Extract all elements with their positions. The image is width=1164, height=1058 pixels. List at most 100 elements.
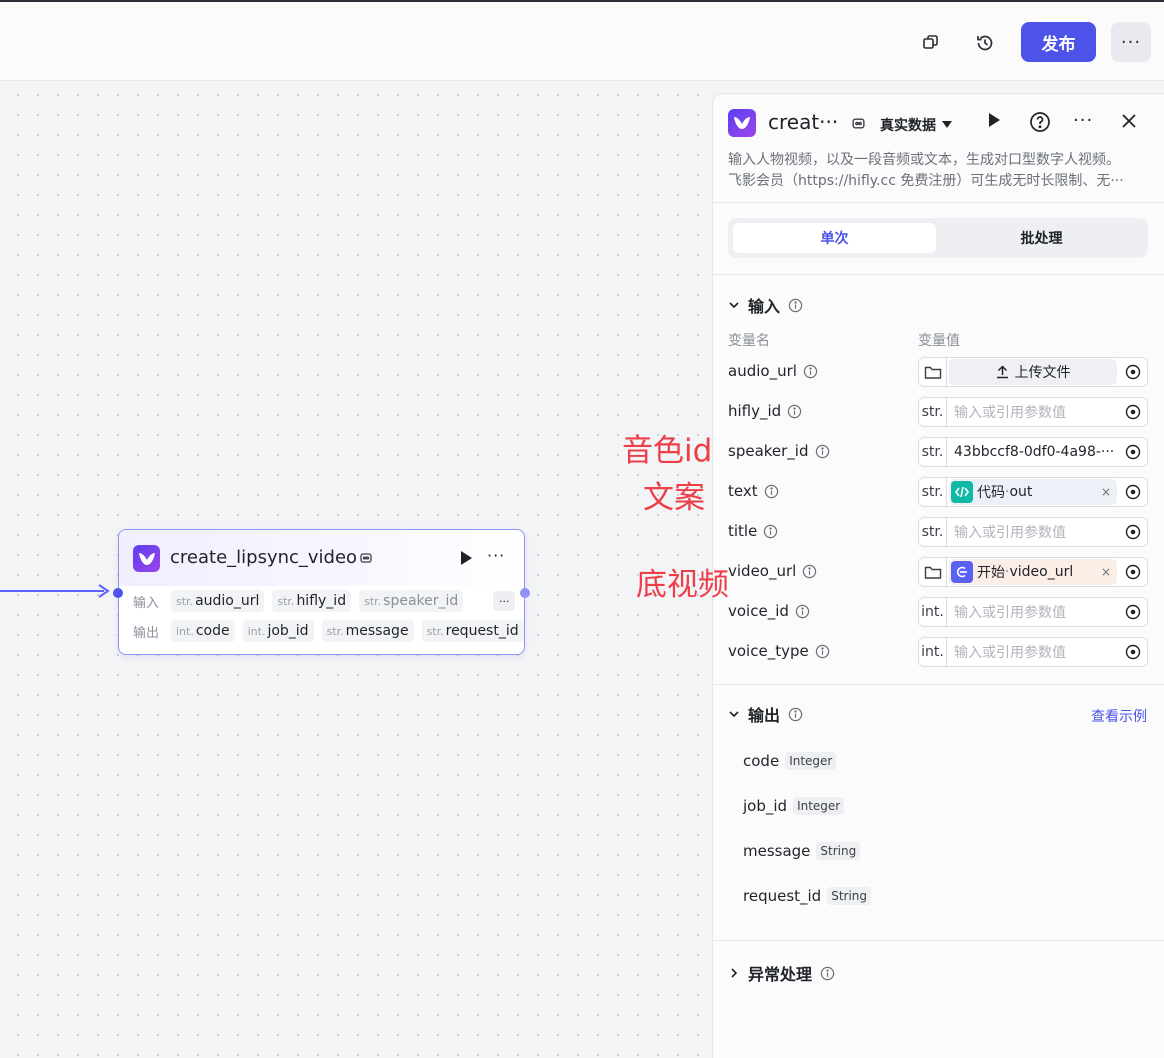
type-indicator: str. [919,398,947,426]
tab-single[interactable]: 单次 [733,223,936,253]
start-node-icon [951,561,973,583]
param-input[interactable]: 输入或引用参数值 [947,402,1119,422]
top-toolbar: 发布 ··· [0,0,1164,81]
output-port[interactable] [520,588,530,598]
param-input[interactable]: 输入或引用参数值 [947,642,1119,662]
param-name-voice-type: voice_type [728,642,830,660]
param-name-audio-url: audio_url [728,362,818,380]
param-value-audio-url[interactable]: 上传文件 [918,357,1148,387]
input-section-header[interactable]: 输入 [728,293,803,317]
param-input[interactable]: 43bbccf8-0df0-4a98-··· [947,444,1119,460]
param-value-hifly-id[interactable]: str. 输入或引用参数值 [918,397,1148,427]
param-value-voice-type[interactable]: int. 输入或引用参数值 [918,637,1148,667]
panel-more-button[interactable]: ··· [1073,110,1093,131]
chevron-down-icon [729,711,739,718]
run-node-icon[interactable] [459,550,473,566]
output-section-header[interactable]: 输出 [728,702,803,726]
param-name-title: title [728,522,778,540]
node-more-button[interactable]: ··· [487,546,505,565]
panel-plugin-logo-icon [728,109,756,137]
node-input-label: 输入 [133,595,160,611]
param-input[interactable]: 输入或引用参数值 [947,522,1119,542]
plugin-node[interactable]: create_lipsync_video ··· 输入 str. audio_ur… [113,529,530,655]
variable-picker-icon[interactable] [1119,478,1147,506]
folder-icon[interactable] [919,358,947,386]
info-icon[interactable] [764,484,779,499]
info-icon[interactable] [787,404,802,419]
plugin-logo-icon [133,545,160,572]
node-input-tag: str. speaker_id [359,590,464,612]
run-mode-tabs: 单次 批处理 [728,218,1148,258]
error-handling-section-header[interactable]: 异常处理 [728,961,835,985]
upload-icon [996,365,1008,379]
plugin-badge-icon [852,118,865,129]
connection-edge[interactable] [0,590,104,592]
upload-file-button[interactable]: 上传文件 [949,359,1117,385]
variable-picker-icon[interactable] [1119,398,1147,426]
view-example-link[interactable]: 查看示例 [1091,706,1147,726]
variable-picker-icon[interactable] [1119,358,1147,386]
reference-chip[interactable]: 开始 · video_url × [949,559,1117,585]
history-icon[interactable] [968,26,1002,60]
remove-reference-icon[interactable]: × [1101,565,1115,579]
param-value-voice-id[interactable]: int. 输入或引用参数值 [918,597,1148,627]
node-output-label: 输出 [133,625,160,641]
folder-icon[interactable] [919,558,947,586]
type-indicator: str. [919,478,947,506]
info-icon[interactable] [820,966,835,981]
type-badge: String [816,842,861,860]
input-port[interactable] [113,588,123,598]
node-output-tag: str. request_id [421,620,524,642]
column-header-name: 变量名 [728,333,770,349]
node-inputs-more-button[interactable]: ··· [493,591,516,611]
variable-picker-icon[interactable] [1119,598,1147,626]
code-node-icon [951,481,973,503]
output-item: code Integer [743,752,837,770]
node-title: create_lipsync_video [170,547,358,568]
info-icon[interactable] [802,564,817,579]
info-icon[interactable] [788,298,803,313]
test-run-icon[interactable] [987,112,1001,128]
info-icon[interactable] [803,364,818,379]
type-indicator: int. [919,638,947,666]
variable-picker-icon[interactable] [1119,438,1147,466]
divider [713,274,1164,275]
divider [713,684,1164,685]
param-value-title[interactable]: str. 输入或引用参数值 [918,517,1148,547]
info-icon[interactable] [763,524,778,539]
variable-picker-icon[interactable] [1119,518,1147,546]
type-indicator: int. [919,598,947,626]
close-icon[interactable] [1121,113,1137,129]
info-icon[interactable] [815,444,830,459]
reference-chip[interactable]: 代码 · out × [949,479,1117,505]
column-header-value: 变量值 [918,333,960,349]
type-indicator: str. [919,518,947,546]
plugin-description: 输入人物视频，以及一段音频或文本，生成对口型数字人视频。 飞影会员（https:… [728,152,1124,189]
info-icon[interactable] [795,604,810,619]
output-item: request_id String [743,887,872,905]
data-mode-dropdown[interactable]: 真实数据 [880,115,952,135]
info-icon[interactable] [815,644,830,659]
node-outputs-row: 输出 int. code int. job_id str. message str. r… [133,619,524,643]
variable-picker-icon[interactable] [1119,638,1147,666]
node-input-tag: str. audio_url [171,590,265,612]
type-badge: String [827,887,872,905]
info-icon[interactable] [788,707,803,722]
remove-reference-icon[interactable]: × [1101,485,1115,499]
param-name-speaker-id: speaker_id [728,442,830,460]
node-header: create_lipsync_video ··· [119,530,524,586]
plugin-badge-icon [360,553,372,563]
type-badge: Integer [785,752,837,770]
param-input[interactable]: 输入或引用参数值 [947,602,1119,622]
copy-icon[interactable] [914,26,948,60]
more-options-button[interactable]: ··· [1111,22,1151,62]
param-value-speaker-id[interactable]: str. 43bbccf8-0df0-4a98-··· [918,437,1148,467]
param-value-video-url[interactable]: 开始 · video_url × [918,557,1148,587]
tab-batch[interactable]: 批处理 [940,223,1143,253]
help-icon[interactable] [1029,111,1051,133]
annotation-text: 文案 [643,480,705,516]
publish-button[interactable]: 发布 [1021,22,1096,62]
param-value-text[interactable]: str. 代码 · out × [918,477,1148,507]
type-badge: Integer [793,797,845,815]
variable-picker-icon[interactable] [1119,558,1147,586]
